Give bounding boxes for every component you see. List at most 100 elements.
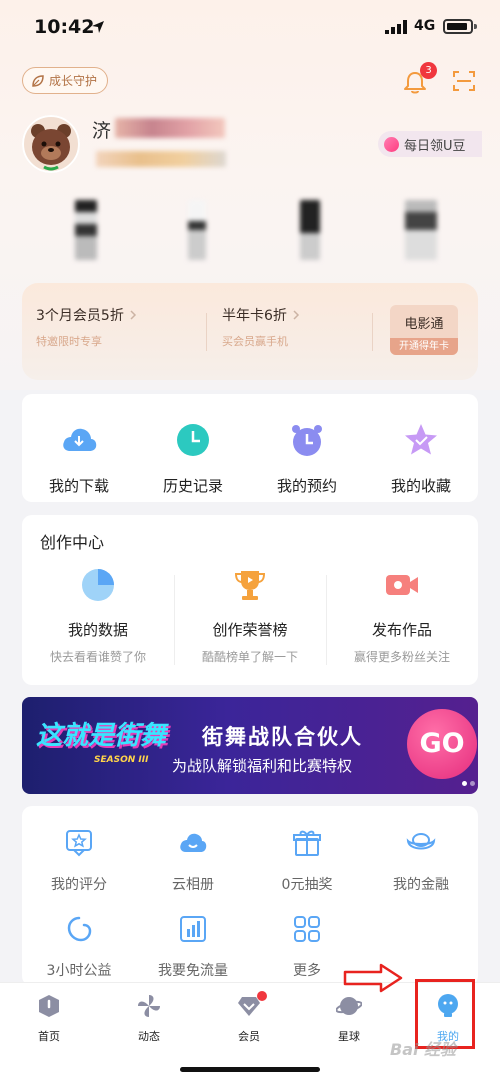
annotation-arrow-icon (343, 963, 403, 993)
scan-icon[interactable] (452, 69, 476, 93)
notification-badge: 3 (420, 62, 437, 79)
tab-planet[interactable]: 星球 (319, 993, 379, 1044)
banner-title: 街舞战队合伙人 (202, 725, 363, 749)
daily-ubean-button[interactable]: 每日领U豆 (378, 131, 482, 157)
vip-offer-quarter[interactable]: 3个月会员5折 特邀限时专享 (36, 305, 137, 349)
ubean-icon (384, 136, 399, 152)
service-label: 0元抽奖 (281, 877, 333, 893)
gold-ingot-icon (406, 833, 436, 850)
tab-label: 首页 (38, 1030, 60, 1043)
status-bar: 10:42 4G (0, 0, 500, 56)
growth-guard-label: 成长守护 (49, 74, 98, 88)
creation-item-sub: 赢得更多粉丝关注 (353, 650, 450, 664)
quick-action-label: 我的预约 (276, 477, 337, 495)
clock-icon (177, 424, 209, 456)
banner-season: SEASON III (94, 755, 149, 765)
vip-offer-halfyear-title: 半年卡6折 (222, 308, 287, 324)
stat-fans[interactable] (188, 200, 206, 260)
vip-offer-quarter-sub: 特邀限时专享 (36, 335, 102, 348)
battery-tip (474, 24, 477, 29)
watermark: Bai 经验 (390, 1040, 457, 1059)
quick-action-downloads[interactable]: 我的下载 (22, 394, 136, 496)
location-arrow-icon (92, 21, 104, 33)
gift-icon (293, 830, 321, 856)
planet-icon (335, 997, 363, 1015)
vip-divider (206, 313, 207, 351)
creation-honor-board[interactable]: 创作荣誉榜 酷酷榜单了解一下 (174, 567, 326, 665)
vip-offer-halfyear[interactable]: 半年卡6折 买会员赢手机 (222, 305, 300, 349)
banner-go-button[interactable]: GO (407, 709, 477, 779)
services-card: 我的评分 云相册 0元抽奖 我的金融 3小时公益 我要免流量 更多 (22, 806, 478, 986)
pie-chart-icon (82, 569, 114, 601)
creation-item-sub: 酷酷榜单了解一下 (201, 650, 298, 664)
service-label: 我的金融 (393, 877, 449, 893)
service-my-rating[interactable]: 我的评分 (22, 828, 136, 894)
vip-divider (372, 313, 373, 351)
battery-icon (443, 19, 473, 34)
charity-icon (67, 916, 92, 942)
movie-pass-sub: 开通得年卡 (390, 338, 458, 355)
data-chart-icon (180, 916, 206, 942)
tab-vip[interactable]: 会员 (219, 991, 279, 1044)
trophy-icon (234, 571, 266, 600)
profile-stats-redacted (0, 200, 500, 270)
cloud-album-icon (180, 833, 207, 852)
service-cloud-album[interactable]: 云相册 (136, 828, 250, 894)
banner-page-dots (462, 781, 478, 786)
service-label: 3小时公益 (46, 963, 112, 979)
service-label: 云相册 (172, 877, 214, 893)
username: 济 (92, 120, 112, 142)
creation-publish[interactable]: 发布作品 赢得更多粉丝关注 (326, 567, 478, 665)
quick-action-favorites[interactable]: 我的收藏 (364, 394, 478, 496)
chevron-right-icon (130, 310, 136, 320)
creation-center-title: 创作中心 (40, 533, 105, 552)
service-charity[interactable]: 3小时公益 (22, 914, 136, 980)
banner-logo: 这就是街舞 (36, 721, 167, 751)
chevron-right-icon (293, 310, 299, 320)
creation-item-label: 我的数据 (67, 621, 128, 639)
home-indicator (180, 1067, 320, 1072)
quick-action-label: 历史记录 (162, 477, 223, 495)
service-my-finance[interactable]: 我的金融 (364, 828, 478, 894)
promo-banner[interactable]: 这就是街舞 SEASON III 街舞战队合伙人 为战队解锁福利和比赛特权 GO (22, 697, 478, 794)
avatar-ring (22, 115, 80, 173)
vip-offer-halfyear-sub: 买会员赢手机 (222, 335, 288, 348)
quick-action-history[interactable]: 历史记录 (136, 394, 250, 496)
quick-action-reservations[interactable]: 我的预约 (250, 394, 364, 496)
creation-item-label: 创作荣誉榜 (212, 621, 288, 639)
movie-pass-title: 电影通 (404, 317, 444, 332)
rating-icon (66, 830, 92, 857)
tab-label: 会员 (238, 1030, 260, 1043)
vip-card: 3个月会员5折 特邀限时专享 半年卡6折 买会员赢手机 电影通 开通得年卡 (22, 283, 478, 380)
tab-vip-badge (257, 991, 267, 1001)
stat-following[interactable] (75, 200, 97, 260)
service-label: 我要免流量 (158, 963, 228, 979)
creation-my-data[interactable]: 我的数据 快去看看谁赞了你 (22, 567, 174, 665)
service-label: 我的评分 (51, 877, 107, 893)
service-free-data[interactable]: 我要免流量 (136, 914, 250, 980)
stat-likes[interactable] (300, 200, 320, 260)
status-time: 10:42 (34, 16, 95, 38)
quick-action-label: 我的收藏 (390, 477, 451, 495)
tab-label: 动态 (138, 1030, 160, 1043)
service-free-lottery[interactable]: 0元抽奖 (250, 828, 364, 894)
network-type: 4G (414, 18, 436, 34)
tab-feed[interactable]: 动态 (119, 993, 179, 1044)
daily-ubean-label: 每日领U豆 (404, 138, 466, 154)
creation-item-sub: 快去看看谁赞了你 (49, 650, 146, 664)
pinwheel-icon (138, 995, 160, 1017)
banner-subtitle: 为战队解锁福利和比赛特权 (172, 757, 353, 775)
leaf-icon (32, 74, 44, 87)
alarm-clock-icon (292, 425, 322, 456)
star-icon (405, 424, 437, 455)
tab-home[interactable]: 首页 (19, 993, 79, 1044)
home-icon (39, 995, 59, 1017)
video-camera-icon (386, 575, 418, 595)
creation-center-card: 创作中心 我的数据 快去看看谁赞了你 创作荣誉榜 酷酷榜单了解一下 发布作品 赢… (22, 515, 478, 685)
stat-visitors[interactable] (405, 200, 437, 260)
movie-pass-button[interactable]: 电影通 开通得年卡 (390, 305, 458, 355)
vip-offer-quarter-title: 3个月会员5折 (36, 308, 124, 324)
grid-more-icon (294, 916, 320, 942)
quick-action-label: 我的下载 (48, 477, 109, 495)
growth-guard-button[interactable]: 成长守护 (22, 67, 109, 94)
